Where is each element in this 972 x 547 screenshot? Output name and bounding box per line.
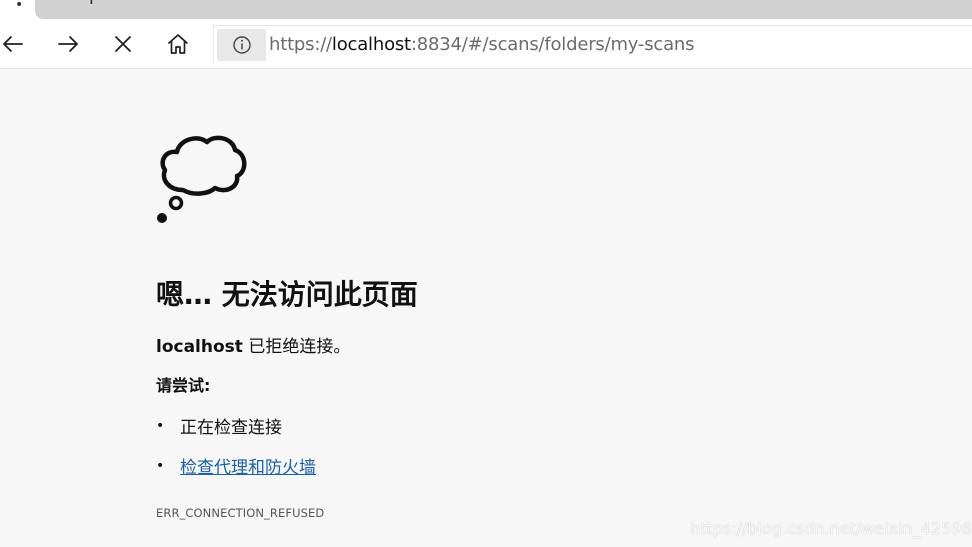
watermark: https://blog.csdn.net/weixin_42596710 xyxy=(690,519,972,538)
error-page: 嗯… 无法访问此页面 localhost 已拒绝连接。 请尝试: • 正在检查连… xyxy=(0,69,972,547)
close-icon xyxy=(115,36,131,52)
error-message: localhost 已拒绝连接。 xyxy=(156,332,350,357)
arrow-right-icon xyxy=(58,36,78,52)
address-bar[interactable]: https://localhost:8834/#/scans/folders/m… xyxy=(213,25,972,64)
tab-strip: • + xyxy=(0,0,972,20)
error-host: localhost xyxy=(156,337,243,357)
tab-current[interactable]: + xyxy=(35,0,972,19)
home-button[interactable] xyxy=(161,27,195,61)
site-info-button[interactable] xyxy=(217,29,266,61)
forward-button[interactable] xyxy=(51,27,85,61)
error-message-text: 已拒绝连接。 xyxy=(242,337,351,357)
error-code: ERR_CONNECTION_REFUSED xyxy=(156,506,325,520)
suggestion-item: • 正在检查连接 xyxy=(156,413,282,439)
info-circle-icon xyxy=(232,36,251,54)
home-icon xyxy=(168,34,188,54)
url-host: localhost xyxy=(331,34,411,55)
url-scheme: https:// xyxy=(269,34,332,55)
url-path: :8834/#/scans/folders/my-scans xyxy=(410,34,695,55)
check-proxy-firewall-link[interactable]: 检查代理和防火墙 xyxy=(180,453,316,478)
back-button[interactable] xyxy=(0,27,30,61)
tab-dot[interactable]: • xyxy=(15,0,23,12)
error-heading: 嗯… 无法访问此页面 xyxy=(156,278,418,311)
bullet: • xyxy=(156,457,165,474)
browser-toolbar: https://localhost:8834/#/scans/folders/m… xyxy=(0,20,972,69)
arrow-left-icon xyxy=(3,36,23,52)
stop-button[interactable] xyxy=(106,27,140,61)
thought-cloud-icon xyxy=(157,135,247,223)
suggestion-check-connection: 正在检查连接 xyxy=(180,418,282,438)
url-text[interactable]: https://localhost:8834/#/scans/folders/m… xyxy=(269,34,695,55)
bullet: • xyxy=(156,417,165,434)
try-label: 请尝试: xyxy=(156,376,211,395)
new-tab-button[interactable]: + xyxy=(83,0,100,7)
suggestion-item: • 检查代理和防火墙 xyxy=(156,453,316,479)
